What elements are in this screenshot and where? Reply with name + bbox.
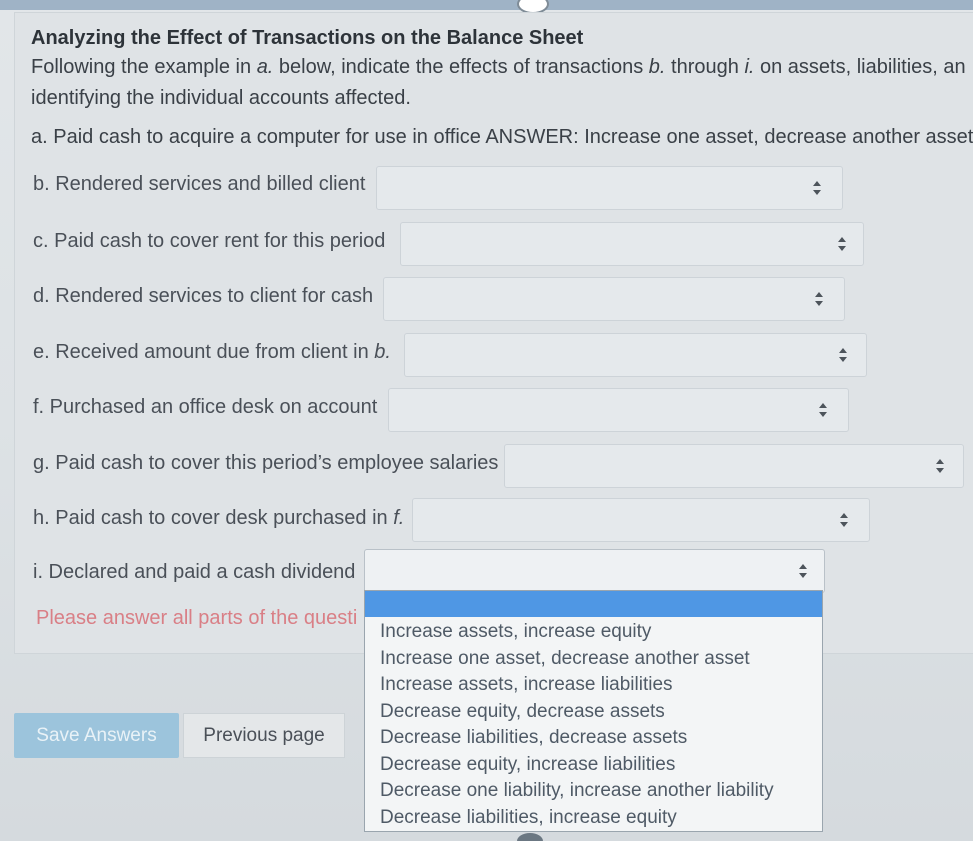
question-label-h: h. Paid cash to cover desk purchased in …: [33, 507, 405, 529]
answer-select-i[interactable]: [364, 549, 825, 593]
question-label-f: f. Purchased an office desk on account: [33, 396, 378, 418]
dropdown-options: Increase assets, increase equity Increas…: [380, 619, 774, 831]
dropdown-option[interactable]: Decrease liabilities, decrease assets: [380, 725, 774, 752]
dropdown-option[interactable]: Increase one asset, decrease another ass…: [380, 646, 774, 673]
dropdown-option[interactable]: Increase assets, increase liabilities: [380, 672, 774, 699]
up-down-arrows-icon: [799, 564, 807, 578]
up-down-arrows-icon: [815, 292, 823, 306]
up-down-arrows-icon: [838, 237, 846, 251]
answer-select-b[interactable]: [376, 166, 843, 210]
question-label-e: e. Received amount due from client in b.: [33, 341, 391, 363]
up-down-arrows-icon: [839, 348, 847, 362]
up-down-arrows-icon: [840, 513, 848, 527]
page: Analyzing the Effect of Transactions on …: [0, 0, 973, 841]
answer-select-g[interactable]: [504, 444, 964, 488]
dropdown-option[interactable]: Decrease equity, increase liabilities: [380, 752, 774, 779]
answer-dropdown-menu: Increase assets, increase equity Increas…: [364, 590, 823, 832]
question-label-c: c. Paid cash to cover rent for this peri…: [33, 230, 386, 252]
dropdown-option[interactable]: Increase assets, increase equity: [380, 619, 774, 646]
resize-handle-bottom[interactable]: [517, 833, 543, 841]
question-label-b: b. Rendered services and billed client: [33, 173, 366, 195]
question-title: Analyzing the Effect of Transactions on …: [31, 27, 584, 49]
up-down-arrows-icon: [936, 459, 944, 473]
answer-select-d[interactable]: [383, 277, 845, 321]
dropdown-option[interactable]: Decrease liabilities, increase equity: [380, 805, 774, 832]
up-down-arrows-icon: [819, 403, 827, 417]
instructions-line-1: Following the example in a. below, indic…: [31, 56, 966, 78]
answer-select-e[interactable]: [404, 333, 867, 377]
question-label-i: i. Declared and paid a cash dividend: [33, 561, 356, 583]
instructions-line-2: identifying the individual accounts affe…: [31, 87, 411, 109]
save-answers-button[interactable]: Save Answers: [14, 713, 179, 758]
answer-select-f[interactable]: [388, 388, 849, 432]
error-message: Please answer all parts of the questi: [36, 607, 358, 629]
instructions: Following the example in a. below, indic…: [31, 52, 973, 114]
previous-page-button[interactable]: Previous page: [183, 713, 345, 758]
question-label-d: d. Rendered services to client for cash: [33, 285, 374, 307]
question-label-g: g. Paid cash to cover this period’s empl…: [33, 452, 499, 474]
window-top-bar: [0, 0, 973, 10]
answer-select-c[interactable]: [400, 222, 864, 266]
dropdown-option[interactable]: Decrease one liability, increase another…: [380, 778, 774, 805]
answer-select-h[interactable]: [412, 498, 870, 542]
example-answer: a. Paid cash to acquire a computer for u…: [31, 126, 973, 148]
up-down-arrows-icon: [813, 181, 821, 195]
dropdown-highlighted-option[interactable]: [365, 591, 822, 617]
dropdown-option[interactable]: Decrease equity, decrease assets: [380, 699, 774, 726]
